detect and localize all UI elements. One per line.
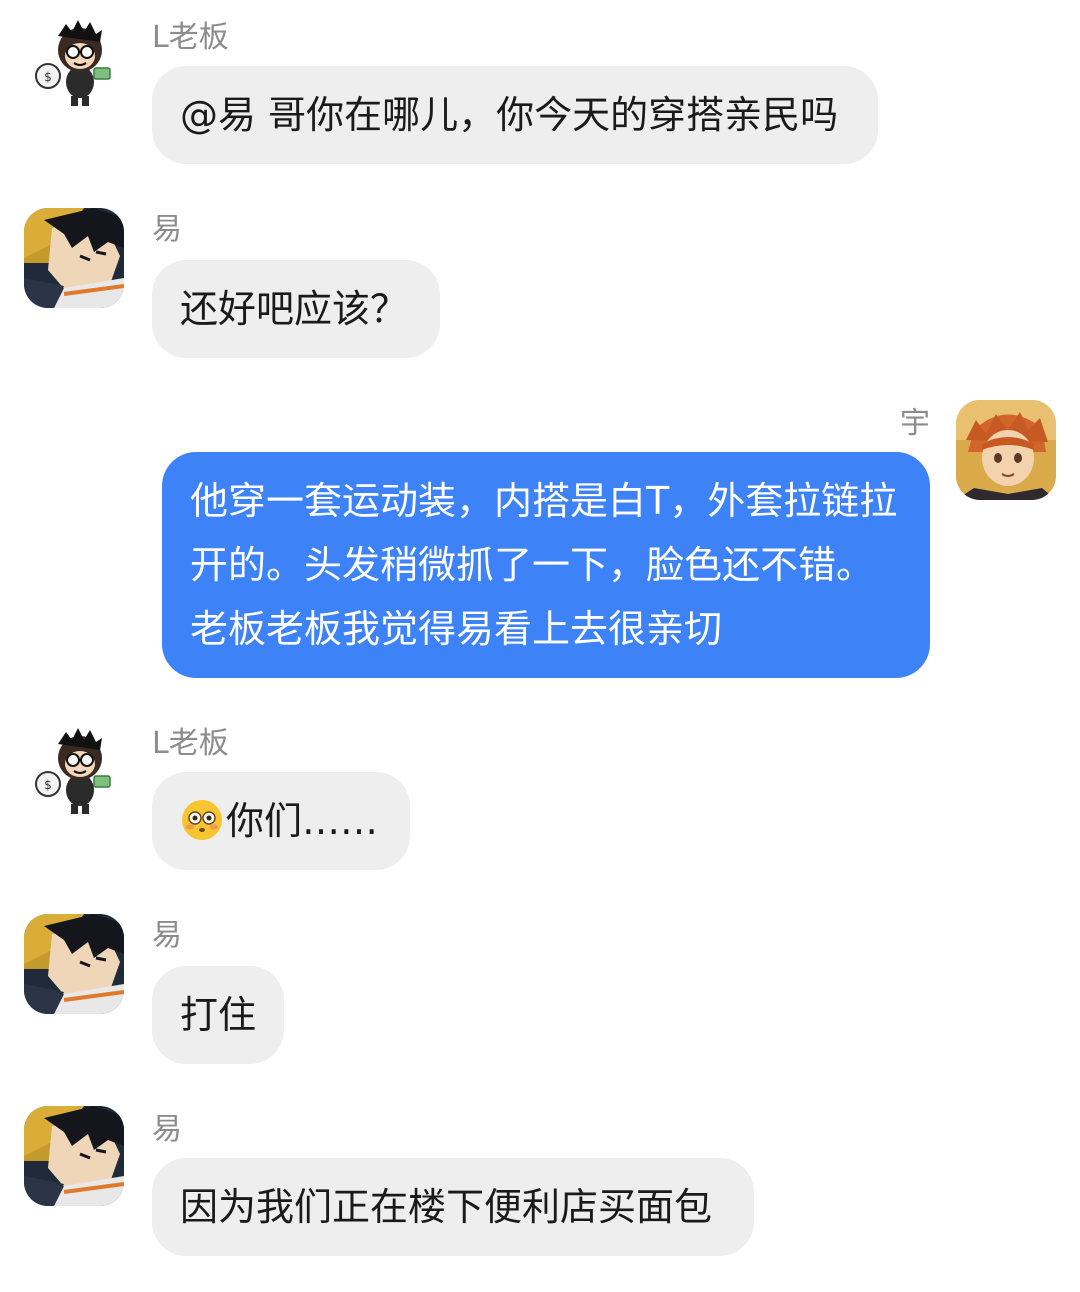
message-row: L老板 @易 哥你在哪儿，你今天的穿搭亲民吗 bbox=[0, 0, 1080, 180]
message-bubble[interactable]: 打住 bbox=[152, 966, 284, 1064]
sender-name: L老板 bbox=[152, 726, 229, 761]
sender-name: L老板 bbox=[152, 20, 229, 55]
message-bubble[interactable]: 他穿一套运动装，内搭是白T，外套拉链拉开的。头发稍微抓了一下，脸色还不错。老板老… bbox=[162, 452, 930, 678]
sender-name: 易 bbox=[152, 918, 182, 953]
message-row: 易 打住 bbox=[0, 900, 1080, 1070]
cartoon-monkey-avatar-icon[interactable] bbox=[28, 722, 128, 822]
message-bubble[interactable]: 你们…… bbox=[152, 772, 410, 870]
message-text: 你们…… bbox=[226, 799, 379, 843]
message-bubble[interactable]: 因为我们正在楼下便利店买面包 bbox=[152, 1158, 754, 1256]
sender-name: 易 bbox=[152, 212, 182, 247]
message-row: 易 还好吧应该？ bbox=[0, 190, 1080, 370]
message-row: 宇 他穿一套运动装，内搭是白T，外套拉链拉开的。头发稍微抓了一下，脸色还不错。老… bbox=[0, 390, 1080, 690]
message-bubble[interactable]: 还好吧应该？ bbox=[152, 260, 440, 358]
message-row: L老板 你们…… bbox=[0, 710, 1080, 880]
cartoon-monkey-avatar-icon[interactable] bbox=[28, 14, 128, 114]
flushed-face-emoji bbox=[182, 800, 222, 840]
message-row: 易 因为我们正在楼下便利店买面包 bbox=[0, 1094, 1080, 1274]
anime-dark-hair-avatar-icon[interactable] bbox=[24, 208, 124, 308]
anime-orange-hair-avatar-icon[interactable] bbox=[956, 400, 1056, 500]
anime-dark-hair-avatar-icon[interactable] bbox=[24, 1106, 124, 1206]
sender-name: 宇 bbox=[900, 406, 930, 441]
sender-name: 易 bbox=[152, 1112, 182, 1147]
anime-dark-hair-avatar-icon[interactable] bbox=[24, 914, 124, 1014]
message-bubble[interactable]: @易 哥你在哪儿，你今天的穿搭亲民吗 bbox=[152, 66, 878, 164]
